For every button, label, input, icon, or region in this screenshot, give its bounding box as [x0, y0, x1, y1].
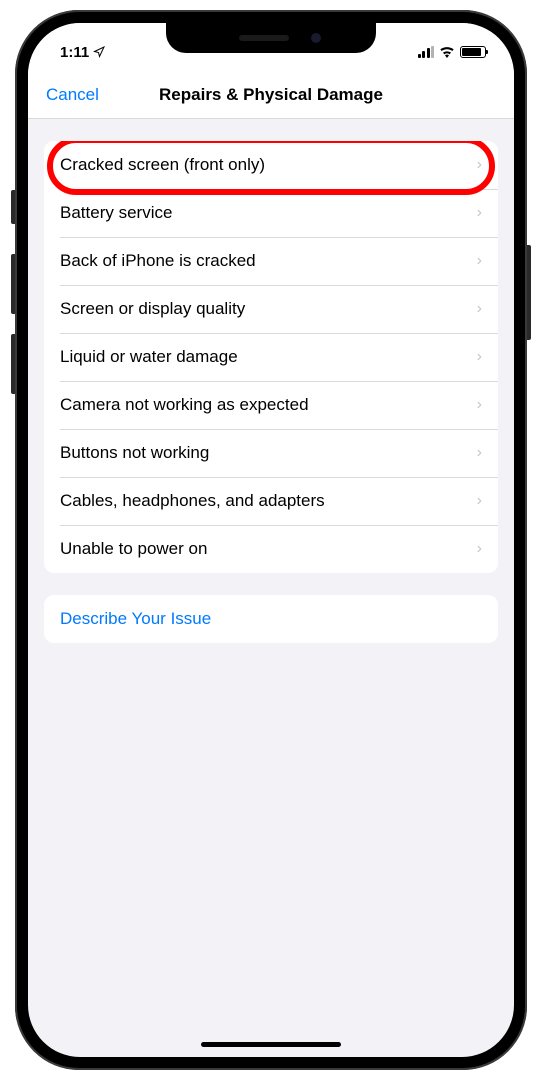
status-icons [418, 46, 487, 58]
option-buttons[interactable]: Buttons not working › [44, 429, 498, 477]
chevron-right-icon: › [477, 300, 482, 318]
repair-options-list: Cracked screen (front only) › Battery se… [44, 141, 498, 573]
secondary-actions: Describe Your Issue [44, 595, 498, 643]
status-time: 1:11 [60, 44, 105, 61]
list-item-label: Unable to power on [60, 539, 207, 559]
list-item-label: Buttons not working [60, 443, 209, 463]
chevron-right-icon: › [477, 252, 482, 270]
chevron-right-icon: › [477, 540, 482, 558]
option-liquid-damage[interactable]: Liquid or water damage › [44, 333, 498, 381]
list-item-label: Back of iPhone is cracked [60, 251, 256, 271]
phone-side-buttons-left [11, 190, 15, 414]
option-battery-service[interactable]: Battery service › [44, 189, 498, 237]
option-power[interactable]: Unable to power on › [44, 525, 498, 573]
location-icon [93, 46, 105, 58]
list-item-label: Cables, headphones, and adapters [60, 491, 325, 511]
phone-frame: 1:11 [15, 10, 527, 1070]
chevron-right-icon: › [477, 492, 482, 510]
option-screen-quality[interactable]: Screen or display quality › [44, 285, 498, 333]
chevron-right-icon: › [477, 396, 482, 414]
option-camera[interactable]: Camera not working as expected › [44, 381, 498, 429]
content-area: Cracked screen (front only) › Battery se… [28, 119, 514, 643]
cancel-button[interactable]: Cancel [46, 85, 99, 105]
list-item-label: Cracked screen (front only) [60, 155, 265, 175]
home-indicator[interactable] [201, 1042, 341, 1047]
list-item-label: Screen or display quality [60, 299, 245, 319]
list-item-label: Battery service [60, 203, 172, 223]
list-item-label: Camera not working as expected [60, 395, 309, 415]
signal-icon [418, 46, 435, 58]
describe-issue-button[interactable]: Describe Your Issue [44, 595, 498, 643]
chevron-right-icon: › [477, 444, 482, 462]
option-back-cracked[interactable]: Back of iPhone is cracked › [44, 237, 498, 285]
chevron-right-icon: › [477, 348, 482, 366]
phone-power-button [527, 245, 531, 340]
screen: 1:11 [28, 23, 514, 1057]
page-title: Repairs & Physical Damage [159, 85, 383, 105]
option-cables[interactable]: Cables, headphones, and adapters › [44, 477, 498, 525]
list-item-label: Liquid or water damage [60, 347, 238, 367]
chevron-right-icon: › [477, 156, 482, 174]
wifi-icon [439, 46, 455, 58]
notch [166, 23, 376, 53]
chevron-right-icon: › [477, 204, 482, 222]
time-label: 1:11 [60, 44, 89, 61]
battery-icon [460, 46, 486, 58]
navigation-bar: Cancel Repairs & Physical Damage [28, 71, 514, 119]
option-cracked-screen[interactable]: Cracked screen (front only) › [44, 141, 498, 189]
